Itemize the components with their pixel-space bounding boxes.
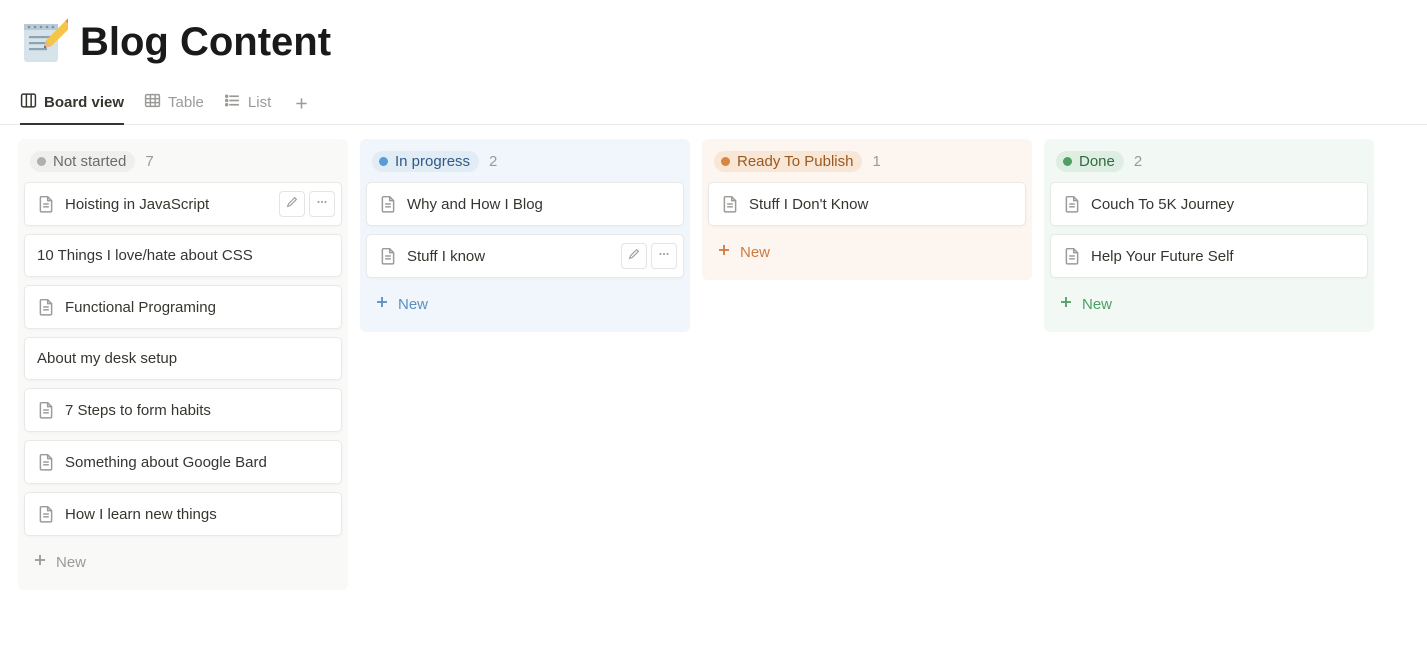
- plus-icon: [32, 552, 48, 572]
- card-actions: [621, 243, 677, 269]
- table-icon: [144, 92, 161, 113]
- page-header: Blog Content: [0, 0, 1427, 74]
- document-icon: [37, 505, 55, 523]
- document-icon: [37, 195, 55, 213]
- document-icon: [379, 195, 397, 213]
- card-title: Help Your Future Self: [1091, 248, 1234, 265]
- card-title: 10 Things I love/hate about CSS: [37, 247, 253, 264]
- document-icon: [37, 298, 55, 316]
- status-dot-icon: [37, 157, 46, 166]
- document-icon: [379, 247, 397, 265]
- card-title: About my desk setup: [37, 350, 177, 367]
- new-label: New: [56, 554, 86, 571]
- status-pill-done[interactable]: Done: [1056, 151, 1124, 172]
- column-header: Ready To Publish 1: [708, 147, 1026, 182]
- plus-icon: [1058, 294, 1074, 314]
- more-button[interactable]: [309, 191, 335, 217]
- new-label: New: [740, 244, 770, 261]
- card[interactable]: Functional Programing: [24, 285, 342, 329]
- column-done: Done 2 Couch To 5K Journey Help Your Future…: [1044, 139, 1374, 332]
- more-button[interactable]: [651, 243, 677, 269]
- plus-icon: [716, 242, 732, 262]
- column-inprogress: In progress 2 Why and How I Blog Stuff I kn…: [360, 139, 690, 332]
- card[interactable]: Couch To 5K Journey: [1050, 182, 1368, 226]
- new-card-button[interactable]: New: [366, 286, 684, 322]
- column-count: 2: [1134, 153, 1142, 170]
- column-count: 2: [489, 153, 497, 170]
- status-label: Not started: [53, 153, 126, 170]
- add-view-button[interactable]: [291, 93, 311, 113]
- new-label: New: [398, 296, 428, 313]
- card-title: How I learn new things: [65, 506, 217, 523]
- tab-board-view[interactable]: Board view: [20, 92, 124, 125]
- card[interactable]: Stuff I know: [366, 234, 684, 278]
- status-pill-ready[interactable]: Ready To Publish: [714, 151, 862, 172]
- document-icon: [37, 401, 55, 419]
- card-title: Stuff I Don't Know: [749, 196, 868, 213]
- card[interactable]: Why and How I Blog: [366, 182, 684, 226]
- tab-table-view[interactable]: Table: [144, 92, 204, 125]
- more-icon: [657, 247, 671, 265]
- edit-button[interactable]: [621, 243, 647, 269]
- card[interactable]: 10 Things I love/hate about CSS: [24, 234, 342, 277]
- card-title: Functional Programing: [65, 299, 216, 316]
- status-label: Done: [1079, 153, 1115, 170]
- document-icon: [1063, 195, 1081, 213]
- board-icon: [20, 92, 37, 113]
- plus-icon: [374, 294, 390, 314]
- document-icon: [37, 453, 55, 471]
- status-dot-icon: [1063, 157, 1072, 166]
- new-card-button[interactable]: New: [708, 234, 1026, 270]
- status-dot-icon: [721, 157, 730, 166]
- column-count: 7: [145, 153, 153, 170]
- column-header: Done 2: [1050, 147, 1368, 182]
- card-title: Why and How I Blog: [407, 196, 543, 213]
- status-dot-icon: [379, 157, 388, 166]
- column-header: In progress 2: [366, 147, 684, 182]
- status-label: In progress: [395, 153, 470, 170]
- card-title: Hoisting in JavaScript: [65, 196, 209, 213]
- card[interactable]: Hoisting in JavaScript: [24, 182, 342, 226]
- column-count: 1: [872, 153, 880, 170]
- more-icon: [315, 195, 329, 213]
- card[interactable]: 7 Steps to form habits: [24, 388, 342, 432]
- card[interactable]: Help Your Future Self: [1050, 234, 1368, 278]
- tab-label: Board view: [44, 94, 124, 111]
- card-title: Stuff I know: [407, 248, 485, 265]
- card-title: 7 Steps to form habits: [65, 402, 211, 419]
- page-emoji-memo-icon[interactable]: [20, 18, 68, 66]
- edit-icon: [285, 195, 299, 213]
- card[interactable]: How I learn new things: [24, 492, 342, 536]
- tab-label: Table: [168, 94, 204, 111]
- column-ready: Ready To Publish 1 Stuff I Don't Know New: [702, 139, 1032, 280]
- kanban-board: Not started 7 Hoisting in JavaScript 10 Thi…: [0, 125, 1427, 604]
- document-icon: [1063, 247, 1081, 265]
- tab-list-view[interactable]: List: [224, 92, 271, 125]
- card[interactable]: Stuff I Don't Know: [708, 182, 1026, 226]
- new-label: New: [1082, 296, 1112, 313]
- list-icon: [224, 92, 241, 113]
- card[interactable]: Something about Google Bard: [24, 440, 342, 484]
- status-label: Ready To Publish: [737, 153, 853, 170]
- tab-label: List: [248, 94, 271, 111]
- card[interactable]: About my desk setup: [24, 337, 342, 380]
- view-tabs: Board view Table List: [0, 74, 1427, 125]
- card-title: Something about Google Bard: [65, 454, 267, 471]
- column-notstarted: Not started 7 Hoisting in JavaScript 10 Thi…: [18, 139, 348, 590]
- page-title[interactable]: Blog Content: [80, 20, 331, 65]
- card-actions: [279, 191, 335, 217]
- document-icon: [721, 195, 739, 213]
- column-header: Not started 7: [24, 147, 342, 182]
- card-title: Couch To 5K Journey: [1091, 196, 1234, 213]
- new-card-button[interactable]: New: [24, 544, 342, 580]
- edit-icon: [627, 247, 641, 265]
- status-pill-inprogress[interactable]: In progress: [372, 151, 479, 172]
- new-card-button[interactable]: New: [1050, 286, 1368, 322]
- status-pill-notstarted[interactable]: Not started: [30, 151, 135, 172]
- edit-button[interactable]: [279, 191, 305, 217]
